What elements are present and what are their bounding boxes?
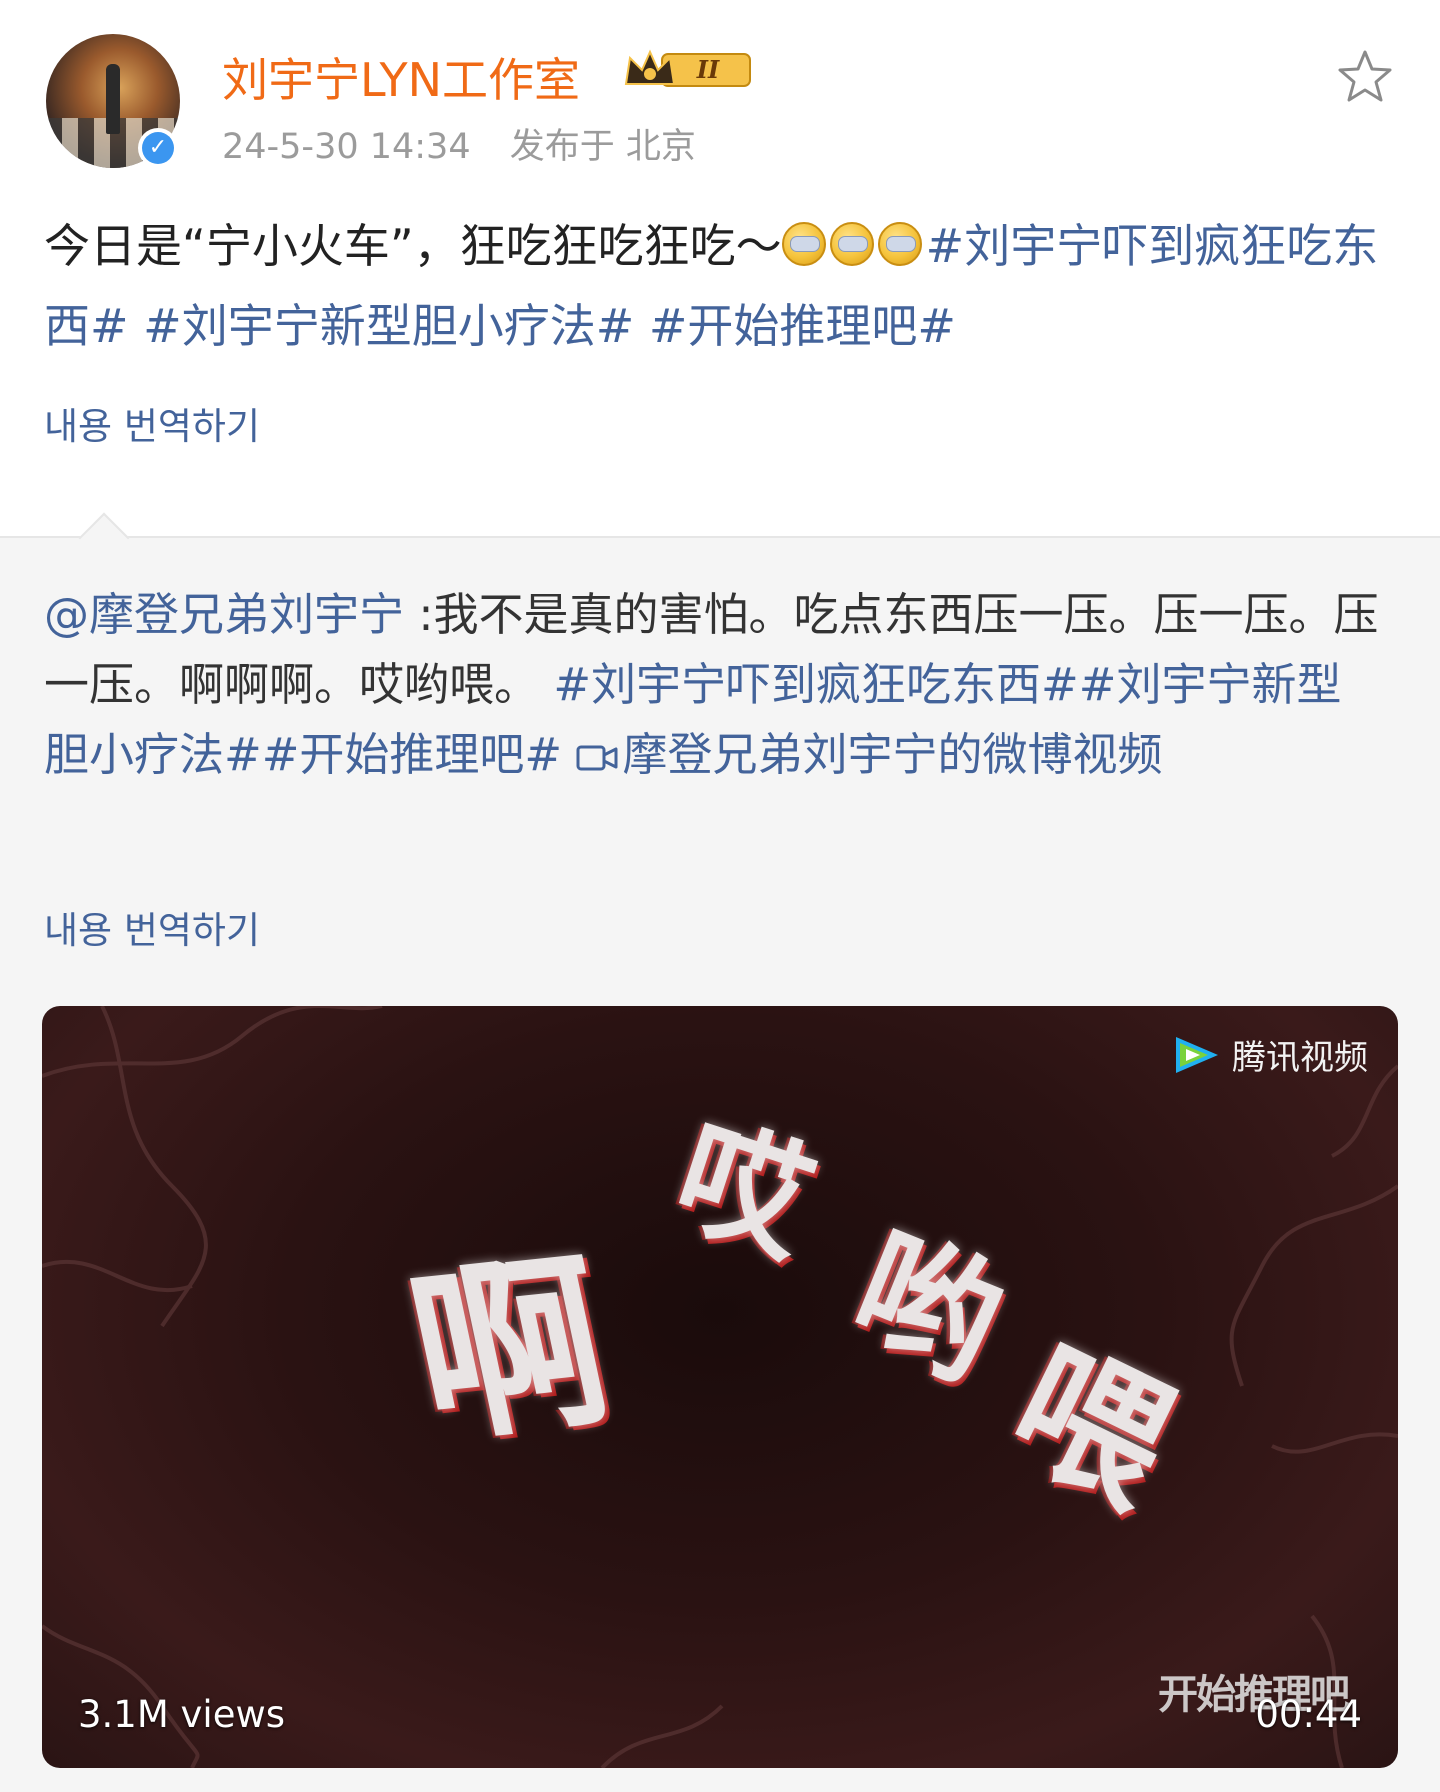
video-camera-icon [576, 745, 618, 771]
post-content: 今日是“宁小火车”，狂吃狂吃狂吃～ [44, 219, 782, 273]
crown-badge-icon[interactable]: II [622, 46, 754, 92]
post-text: 今日是“宁小火车”，狂吃狂吃狂吃～ #刘宇宁吓到疯狂吃东西# #刘宇宁新型胆小疗法… [44, 206, 1384, 366]
retweet-translate-button[interactable]: 내용 번역하기 [44, 900, 260, 954]
overlay-char: 哟 [831, 1206, 1023, 1411]
emoji-icon [781, 222, 826, 266]
video-player[interactable]: 啊 哎 哟 喂 腾讯视频 开始推理吧 3.1M views 00:44 [42, 1006, 1398, 1768]
tencent-video-watermark: 腾讯视频 [1170, 1030, 1368, 1079]
avatar-figure [106, 64, 120, 134]
username[interactable]: 刘宇宁LYN工作室 [222, 44, 580, 110]
post-meta: 24-5-30 14:34 发布于 北京 [222, 118, 724, 169]
video-duration: 00:44 [1255, 1693, 1362, 1736]
emoji-icon [877, 222, 922, 266]
tencent-video-label: 腾讯视频 [1232, 1038, 1368, 1078]
mention-link[interactable]: @摩登兄弟刘宇宁 [44, 588, 404, 641]
tencent-video-logo-icon [1176, 1036, 1218, 1073]
post-timestamp: 24-5-30 14:34 [222, 127, 471, 167]
retweet-text: @摩登兄弟刘宇宁 :我不是真的害怕。吃点东西压一压。压一压。压一压。啊啊啊。哎哟… [44, 580, 1384, 790]
video-views: 3.1M views [78, 1693, 286, 1736]
star-favorite-icon[interactable] [1336, 48, 1394, 106]
video-link-label: 摩登兄弟刘宇宁的微博视频 [622, 728, 1163, 781]
member-level-text: II [696, 55, 720, 84]
hashtag-link[interactable]: #刘宇宁新型胆小疗法# [143, 299, 634, 353]
video-overlay-text: 啊 哎 哟 喂 [42, 1006, 1398, 1768]
video-link[interactable]: 摩登兄弟刘宇宁的微博视频 [576, 728, 1162, 781]
emoji-icon [829, 222, 874, 266]
post-location: 发布于 北京 [509, 127, 696, 167]
verified-icon: ✓ [138, 128, 178, 168]
translate-button[interactable]: 내용 번역하기 [44, 396, 260, 450]
overlay-char: 喂 [985, 1315, 1197, 1538]
overlay-char: 啊 [392, 1231, 629, 1469]
overlay-char: 哎 [658, 1098, 829, 1283]
hashtag-link[interactable]: #开始推理吧# [649, 299, 956, 353]
